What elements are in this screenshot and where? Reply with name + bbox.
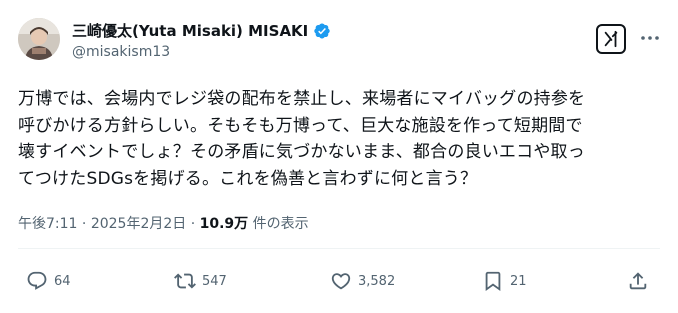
post-meta: 午後7:11 · 2025年2月2日 · 10.9万 件の表示 <box>18 213 309 233</box>
grok-button[interactable] <box>596 24 626 54</box>
views-count: 10.9万 <box>199 216 249 232</box>
share-icon <box>629 272 647 290</box>
author-name-row: 三崎優太(Yuta Misaki) MISAKI <box>72 20 331 41</box>
reply-count: 64 <box>54 273 71 289</box>
author-handle[interactable]: @misakism13 <box>72 44 170 60</box>
verified-badge-icon[interactable] <box>313 22 331 40</box>
heart-icon <box>331 273 351 290</box>
repost-icon <box>174 273 196 289</box>
share-button[interactable] <box>627 270 649 292</box>
repost-button[interactable]: 547 <box>174 270 227 292</box>
views-label: 件の表示 <box>252 216 309 232</box>
bookmark-button[interactable]: 21 <box>482 270 527 292</box>
repost-count: 547 <box>202 273 227 289</box>
reply-icon <box>27 271 47 290</box>
grok-icon <box>604 30 618 48</box>
post-text: 万博では、会場内でレジ袋の配布を禁止し、来場者にマイバッグの持参を 呼びかける方… <box>18 89 586 189</box>
bookmark-icon <box>485 271 501 292</box>
meta-separator: · <box>81 216 87 232</box>
more-options-icon <box>641 36 659 40</box>
action-bar: 64 547 3,582 21 <box>0 270 678 300</box>
like-count: 3,582 <box>358 273 396 289</box>
divider <box>18 248 660 249</box>
post-date[interactable]: 2025年2月2日 <box>91 216 186 232</box>
author-display-name[interactable]: 三崎優太(Yuta Misaki) MISAKI <box>72 20 308 41</box>
meta-separator: · <box>190 216 196 232</box>
reply-button[interactable]: 64 <box>26 270 71 292</box>
more-options-button[interactable] <box>638 26 662 50</box>
avatar-image <box>18 18 60 60</box>
like-button[interactable]: 3,582 <box>330 270 395 292</box>
bookmark-count: 21 <box>510 273 527 289</box>
post-time[interactable]: 午後7:11 <box>18 216 77 232</box>
avatar[interactable] <box>18 18 60 60</box>
